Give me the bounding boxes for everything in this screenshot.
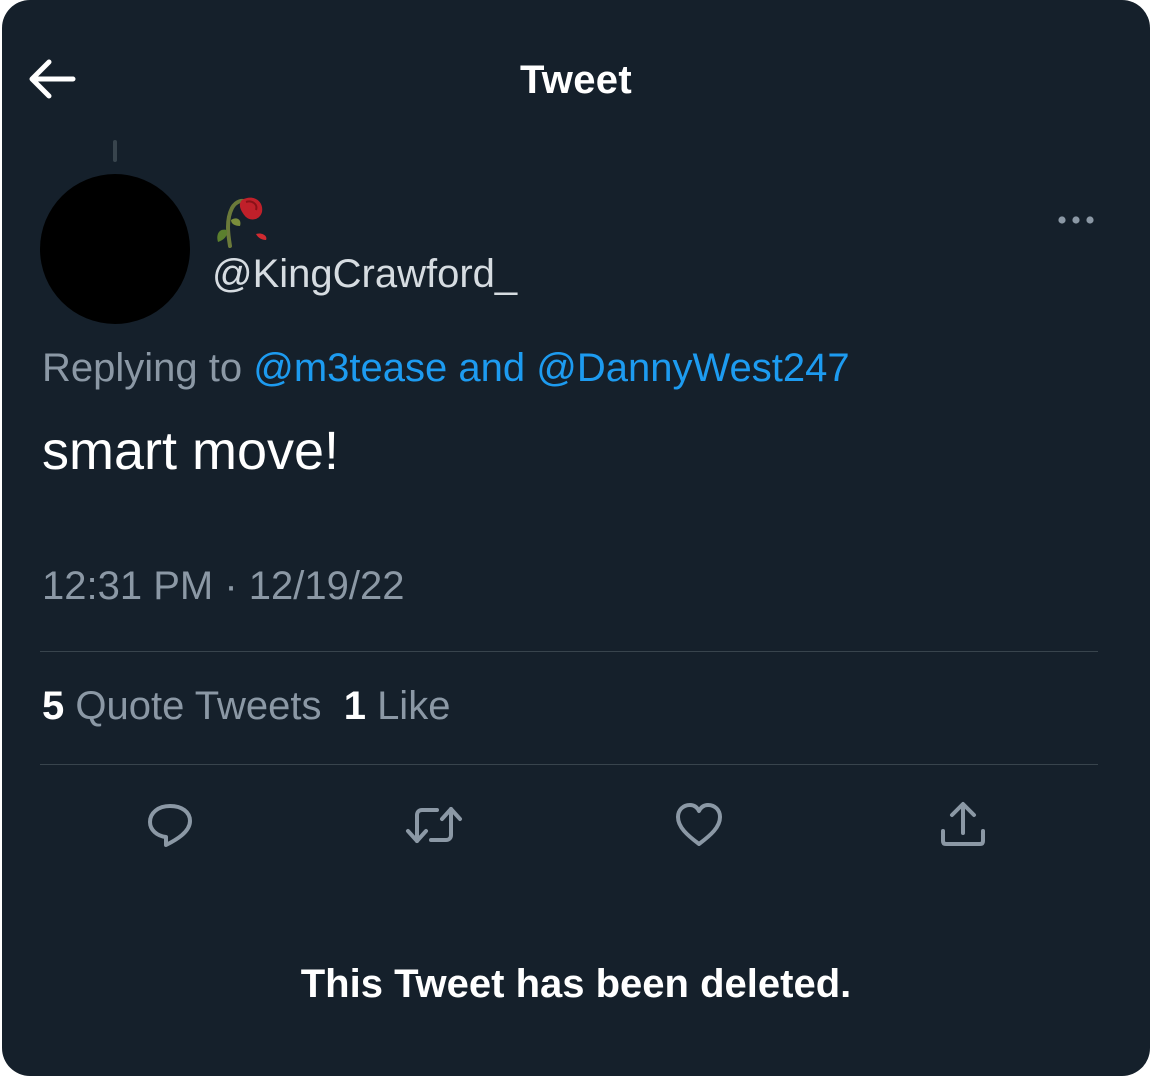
more-horizontal-icon [1056, 213, 1096, 231]
reply-button[interactable] [135, 792, 205, 862]
divider [40, 651, 1098, 652]
deleted-tweet-notice: This Tweet has been deleted. [300, 962, 852, 1006]
reply-icon [142, 797, 198, 858]
replying-to: Replying to @m3tease and @DannyWest247 [42, 346, 850, 391]
tweet-timestamp[interactable]: 12:31 PM · 12/19/22 [42, 564, 404, 609]
wilted-rose-emoji-icon [212, 190, 274, 255]
quote-tweets-count: 5 [42, 684, 65, 728]
share-button[interactable] [928, 792, 998, 862]
thread-connector-line [113, 140, 117, 162]
mention-link-dannywest247[interactable]: @DannyWest247 [536, 346, 849, 390]
likes-label: Like [377, 684, 451, 728]
retweet-icon [403, 797, 465, 858]
avatar[interactable] [40, 174, 190, 324]
likes-stat[interactable]: 1 Like [344, 684, 451, 728]
user-handle[interactable]: @KingCrawford_ [212, 252, 517, 297]
action-bar [2, 792, 1150, 862]
tweet-screen: Tweet @KingCrawford_ Replying to @m3teas… [2, 0, 1150, 1076]
tweet-stats: 5 Quote Tweets 1 Like [42, 684, 450, 729]
page-title: Tweet [520, 58, 632, 102]
retweet-button[interactable] [399, 792, 469, 862]
replying-prefix: Replying to [42, 346, 254, 390]
more-options-button[interactable] [1048, 202, 1104, 242]
like-button[interactable] [664, 792, 734, 862]
share-icon [935, 797, 991, 858]
tweet-text: smart move! [42, 421, 340, 481]
replying-joiner: and [447, 346, 537, 390]
heart-icon [671, 797, 727, 858]
quote-tweets-stat[interactable]: 5 Quote Tweets [42, 684, 321, 728]
quote-tweets-label: Quote Tweets [75, 684, 322, 728]
likes-count: 1 [343, 684, 366, 728]
mention-link-m3tease[interactable]: @m3tease [253, 346, 447, 390]
header: Tweet [2, 0, 1150, 160]
display-name[interactable] [212, 192, 274, 252]
divider [40, 764, 1098, 765]
